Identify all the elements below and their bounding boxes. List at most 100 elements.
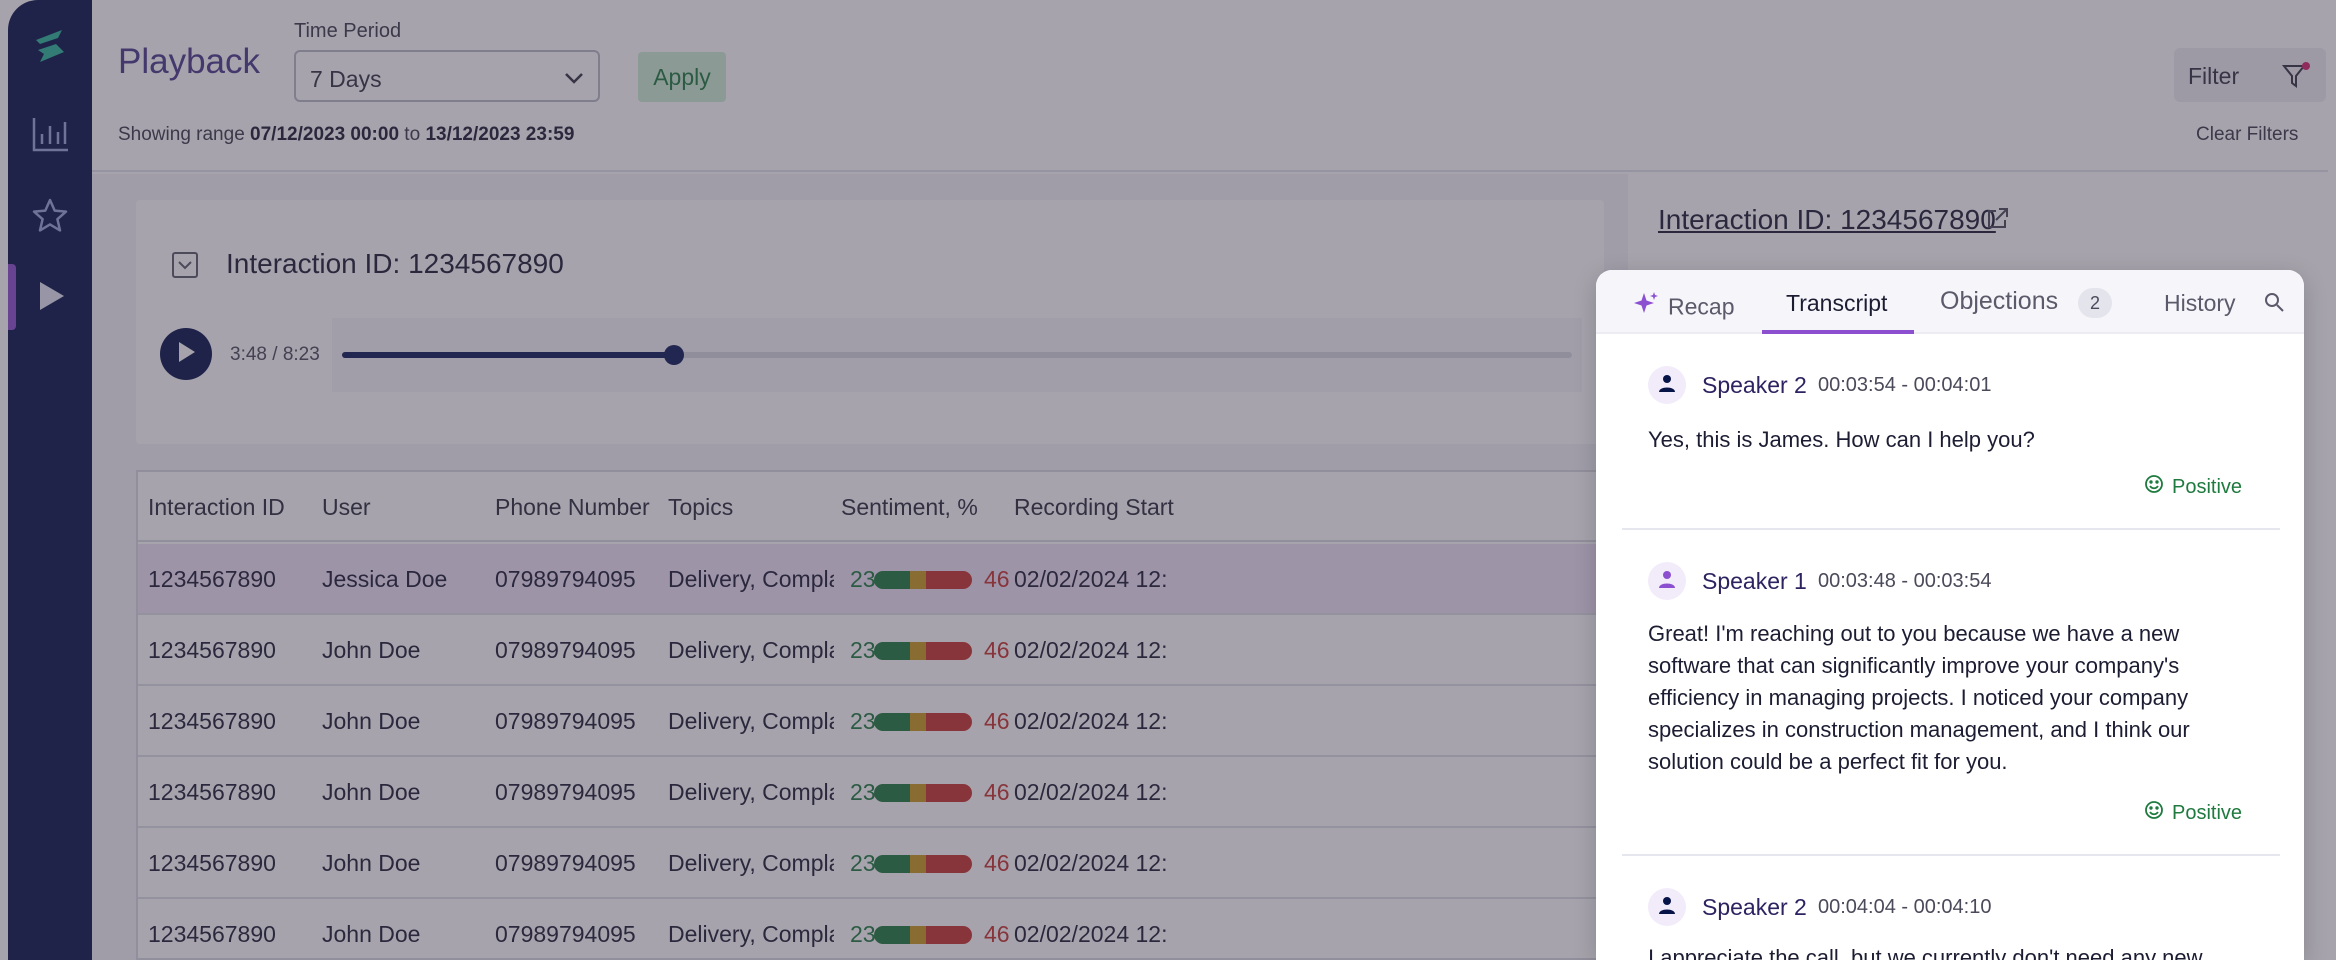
sentiment-bar: [874, 855, 972, 873]
sentiment-bar-neutral: [910, 642, 926, 660]
tab-objections[interactable]: Objections: [1940, 287, 2058, 316]
speaker-name: Speaker 2: [1702, 894, 1807, 920]
tab-transcript[interactable]: Transcript: [1786, 290, 1887, 317]
table-row[interactable]: 1234567890 John Doe 07989794095 Delivery, C…: [138, 686, 1604, 757]
tab-history[interactable]: History: [2164, 290, 2236, 317]
sentiment-positive-value: 23: [850, 921, 876, 947]
message-divider: [1622, 528, 2280, 530]
cell-phone: 07989794095: [495, 921, 636, 947]
sentiment-bar-neutral: [910, 571, 926, 589]
cell-recording-start: 02/02/2024 12:: [1014, 637, 1168, 663]
column-header-recording-start[interactable]: Recording Start: [1014, 494, 1174, 521]
apply-button[interactable]: Apply: [638, 52, 726, 102]
column-header-user[interactable]: User: [322, 494, 371, 521]
cell-interaction-id: 1234567890: [148, 708, 276, 734]
column-header-sentiment[interactable]: Sentiment, %: [841, 494, 978, 521]
sentiment-bar: [874, 784, 972, 802]
sentiment-bar-negative: [926, 713, 972, 731]
table-header: Interaction ID User Phone Number Topics …: [138, 472, 1604, 542]
sentiment-bar-negative: [926, 855, 972, 873]
table-row[interactable]: 1234567890 John Doe 07989794095 Delivery, C…: [138, 899, 1604, 958]
cell-user: John Doe: [322, 708, 421, 734]
cell-topics: Delivery, Complaint...: [668, 708, 834, 734]
cell-topics: Delivery, Complaint...: [668, 921, 834, 947]
external-link-icon[interactable]: [1984, 206, 2010, 232]
table-row[interactable]: 1234567890 Jessica Doe 07989794095 Delivery…: [138, 544, 1604, 615]
sentiment-label: Positive: [2172, 801, 2243, 824]
range-text: Showing range 07/12/2023 00:00 to 13/12/…: [118, 124, 574, 146]
sentiment-tag: Positive: [2144, 474, 2242, 500]
progress-track[interactable]: [342, 345, 1572, 365]
sentiment-bar-negative: [926, 571, 972, 589]
sentiment-bar-positive: [874, 713, 910, 731]
table-row[interactable]: 1234567890 John Doe 07989794095 Delivery, C…: [138, 828, 1604, 899]
cell-user: John Doe: [322, 850, 421, 876]
collapse-toggle[interactable]: [172, 252, 198, 278]
speaker-name: Speaker 1: [1702, 568, 1807, 594]
cell-interaction-id: 1234567890: [148, 850, 276, 876]
cell-phone: 07989794095: [495, 850, 636, 876]
sentiment-bar-negative: [926, 642, 972, 660]
time-period-value: 7 Days: [310, 66, 382, 92]
cell-user: John Doe: [322, 921, 421, 947]
sentiment-positive-value: 23: [850, 850, 876, 876]
sidebar-item-analytics[interactable]: [22, 108, 78, 164]
timeline-area[interactable]: [332, 318, 1582, 392]
sentiment-positive-value: 23: [850, 708, 876, 734]
filter-button[interactable]: Filter: [2174, 48, 2326, 102]
table-row[interactable]: 1234567890 John Doe 07989794095 Delivery, C…: [138, 757, 1604, 828]
cell-topics: Delivery, Complaint...: [668, 566, 834, 592]
progress-handle[interactable]: [664, 345, 685, 365]
search-icon[interactable]: [2262, 290, 2286, 314]
message-timestamp[interactable]: 00:03:54 - 00:04:01: [1818, 374, 1991, 397]
cell-topics: Delivery, Complaint...: [668, 637, 834, 663]
tab-recap[interactable]: Recap: [1632, 290, 1734, 324]
interaction-link[interactable]: Interaction ID: 1234567890: [1658, 204, 1996, 236]
column-header-interaction-id[interactable]: Interaction ID: [148, 494, 285, 521]
play-button[interactable]: [160, 328, 212, 380]
play-icon: [175, 340, 197, 369]
sentiment-negative-value: 46: [984, 921, 1010, 947]
avatar: [1648, 888, 1686, 926]
column-header-topics[interactable]: Topics: [668, 494, 733, 521]
page-title: Playback: [118, 42, 261, 81]
sentiment-positive-value: 23: [850, 637, 876, 663]
sentiment-bar: [874, 642, 972, 660]
message-timestamp[interactable]: 00:04:04 - 00:04:10: [1818, 896, 1991, 919]
sentiment-label: Positive: [2172, 475, 2243, 498]
column-header-phone[interactable]: Phone Number: [495, 494, 650, 521]
sidebar-item-playback[interactable]: [22, 270, 78, 326]
transcript-popup: Recap Transcript Objections 2 History Sp…: [1596, 270, 2304, 960]
sentiment-bar-neutral: [910, 713, 926, 731]
clear-filters-link[interactable]: Clear Filters: [2196, 124, 2298, 146]
interactions-table: Interaction ID User Phone Number Topics …: [136, 470, 1604, 960]
sentiment-bar-negative: [926, 784, 972, 802]
cell-recording-start: 02/02/2024 12:: [1014, 921, 1168, 947]
range-to: to: [404, 124, 421, 145]
range-end: 13/12/2023 23:59: [425, 124, 575, 145]
sentiment-bar-positive: [874, 784, 910, 802]
cell-phone: 07989794095: [495, 637, 636, 663]
cell-recording-start: 02/02/2024 12:: [1014, 566, 1168, 592]
sidebar-item-favorites[interactable]: [22, 190, 78, 246]
active-tab-indicator: [1762, 330, 1914, 334]
time-period-select[interactable]: 7 Days: [294, 50, 600, 102]
message-timestamp[interactable]: 00:03:48 - 00:03:54: [1818, 570, 1991, 593]
sparkle-icon: [1632, 290, 1660, 324]
cell-interaction-id: 1234567890: [148, 637, 276, 663]
sentiment-bar-positive: [874, 855, 910, 873]
avatar: [1648, 562, 1686, 600]
cell-phone: 07989794095: [495, 779, 636, 805]
objections-count-badge: 2: [2078, 288, 2112, 318]
message-text: Yes, this is James. How can I help you?: [1648, 427, 2035, 452]
progress-fill: [342, 352, 675, 358]
table-row[interactable]: 1234567890 John Doe 07989794095 Delivery, C…: [138, 615, 1604, 686]
time-period-label: Time Period: [294, 20, 402, 42]
sentiment-bar: [874, 713, 972, 731]
cell-phone: 07989794095: [495, 708, 636, 734]
message-text: Great! I'm reaching out to you because w…: [1648, 621, 2190, 774]
logo-icon[interactable]: [26, 22, 74, 70]
cell-recording-start: 02/02/2024 12:: [1014, 708, 1168, 734]
avatar: [1648, 366, 1686, 404]
sentiment-bar: [874, 926, 972, 944]
